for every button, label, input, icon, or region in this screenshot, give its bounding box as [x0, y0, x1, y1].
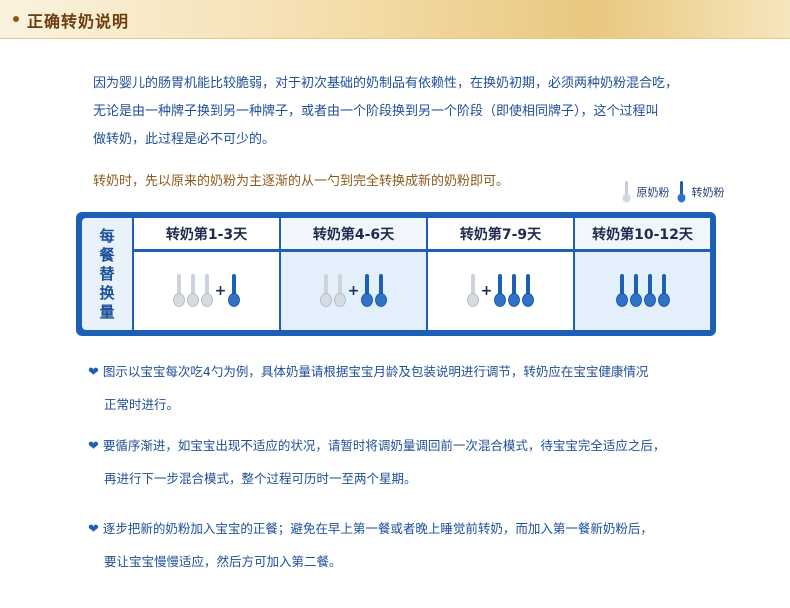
plus-icon: +	[214, 283, 227, 299]
original-spoon-icon	[333, 274, 346, 307]
section-title: 正确转奶说明	[27, 12, 130, 31]
side-char: 每	[99, 226, 115, 245]
original-spoon-icon	[319, 274, 332, 307]
new-spoon-icon	[361, 274, 374, 307]
new-spoon-icon	[677, 181, 686, 203]
table-side-label: 每 餐 替 换 量	[82, 218, 132, 330]
transition-note: 转奶时，先以原来的奶粉为主逐渐的从一勺到完全转换成新的奶粉即可。	[93, 174, 510, 189]
new-spoon-icon	[657, 274, 670, 307]
column-title: 转奶第10-12天	[575, 218, 710, 252]
plus-icon: +	[480, 283, 493, 299]
legend: 原奶粉 转奶粉	[620, 181, 725, 203]
new-spoon-icon	[629, 274, 642, 307]
table-column-day4-6: 转奶第4-6天 +	[281, 218, 426, 330]
column-title: 转奶第7-9天	[428, 218, 573, 252]
table-column-day7-9: 转奶第7-9天 +	[428, 218, 573, 330]
new-spoon-icon	[508, 274, 521, 307]
original-spoon-icon	[200, 274, 213, 307]
original-spoon-icon	[622, 181, 631, 203]
tip-item: ❤ 图示以宝宝每次吃4勺为例，具体奶量请根据宝宝月龄及包装说明进行调节，转奶应在宝…	[88, 356, 648, 421]
new-spoon-icon	[643, 274, 656, 307]
column-title: 转奶第1-3天	[134, 218, 279, 252]
tip-text: 图示以宝宝每次吃4勺为例，具体奶量请根据宝宝月龄及包装说明进行调节，转奶应在宝宝…	[102, 364, 649, 379]
plus-icon: +	[347, 283, 360, 299]
tip-text: 要循序渐进，如宝宝出现不适应的状况，请暂时将调奶量调回前一次混合模式，待宝宝完全…	[102, 438, 666, 453]
side-char: 量	[99, 302, 115, 321]
new-spoon-icon	[228, 274, 241, 307]
intro-line: 因为婴儿的肠胃机能比较脆弱，对于初次基础的奶制品有依赖性，在换奶初期，必须两种奶…	[93, 76, 679, 91]
legend-new-label: 转奶粉	[691, 186, 725, 199]
tip-text: 正常时进行。	[104, 397, 180, 412]
tip-text: 要让宝宝慢慢适应，然后方可加入第二餐。	[104, 554, 342, 569]
spoon-cell	[575, 252, 710, 330]
intro-line: 做转奶，此过程是必不可少的。	[93, 132, 276, 147]
new-spoon-icon	[375, 274, 388, 307]
heart-icon: ❤	[88, 365, 99, 380]
table-column-day1-3: 转奶第1-3天 +	[134, 218, 279, 330]
original-spoon-icon	[466, 274, 479, 307]
table-column-day10-12: 转奶第10-12天	[575, 218, 710, 330]
legend-original-label: 原奶粉	[636, 186, 670, 199]
side-char: 替	[99, 264, 115, 283]
section-header: 正确转奶说明	[0, 0, 790, 39]
transition-table: 每 餐 替 换 量 转奶第1-3天 + 转奶第4-6天 + 转奶第7-9天 + …	[76, 212, 716, 336]
original-spoon-icon	[186, 274, 199, 307]
intro-line: 无论是由一种牌子换到另一种牌子，或者由一个阶段换到另一个阶段（即使相同牌子），这…	[93, 104, 659, 119]
new-spoon-icon	[522, 274, 535, 307]
tip-text: 再进行下一步混合模式，整个过程可历时一至两个星期。	[104, 471, 417, 486]
spoon-cell: +	[428, 252, 573, 330]
new-spoon-icon	[494, 274, 507, 307]
heart-icon: ❤	[88, 439, 99, 454]
tip-item: ❤ 逐步把新的奶粉加入宝宝的正餐；避免在早上第一餐或者晚上睡觉前转奶，而加入第一餐…	[88, 513, 653, 578]
bullet-dot-icon	[13, 16, 19, 22]
spoon-cell: +	[134, 252, 279, 330]
tip-item: ❤ 要循序渐进，如宝宝出现不适应的状况，请暂时将调奶量调回前一次混合模式，待宝宝完…	[88, 430, 665, 495]
heart-icon: ❤	[88, 522, 99, 537]
side-char: 换	[99, 283, 115, 302]
new-spoon-icon	[615, 274, 628, 307]
intro-paragraph: 因为婴儿的肠胃机能比较脆弱，对于初次基础的奶制品有依赖性，在换奶初期，必须两种奶…	[93, 70, 733, 154]
spoon-cell: +	[281, 252, 426, 330]
side-char: 餐	[99, 245, 115, 264]
original-spoon-icon	[172, 274, 185, 307]
column-title: 转奶第4-6天	[281, 218, 426, 252]
tip-text: 逐步把新的奶粉加入宝宝的正餐；避免在早上第一餐或者晚上睡觉前转奶，而加入第一餐新…	[102, 521, 653, 536]
